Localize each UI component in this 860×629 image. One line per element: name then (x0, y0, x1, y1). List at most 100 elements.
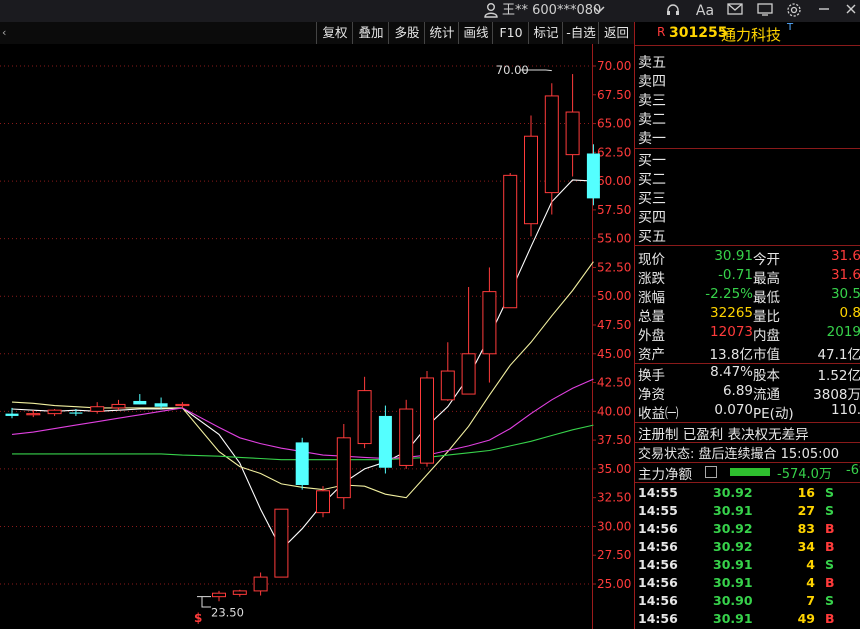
candle-body (482, 291, 497, 355)
candle-body (565, 111, 580, 156)
user-icon[interactable] (482, 2, 500, 20)
back-button[interactable]: 返回 (598, 22, 634, 44)
gear-icon[interactable] (785, 2, 803, 20)
candle-body (274, 508, 289, 578)
tick-volume: 27 (797, 503, 815, 518)
top-bar: 王** 600***080 Aa (0, 0, 860, 22)
price-tick-label: 45.00 (597, 347, 631, 361)
f10-button[interactable]: F10 (492, 22, 529, 44)
tick-price: 30.91 (713, 503, 753, 518)
mail-icon[interactable] (726, 2, 744, 20)
kline-svg[interactable]: 70.00 67.50 65.00 62.50 60.00 57.50 55.00 52.50… (0, 44, 634, 629)
quote-label: 流通 (753, 387, 780, 403)
status-row: 交易状态: 盘后连续撮合 15:05:00 (635, 443, 860, 462)
tick-row: 14:55 30.92 16 S (635, 485, 860, 503)
restore-rights-button[interactable]: 复权 (316, 22, 353, 44)
tick-price: 30.92 (713, 521, 753, 536)
candle-body (5, 413, 19, 416)
quote-row: 涨跌 -0.71 最高 31.6 (635, 267, 860, 287)
trade-status: 交易状态: 盘后连续撮合 15:05:00 (638, 447, 840, 462)
statistics-button[interactable]: 统计 (424, 22, 459, 44)
quote-label: 涨幅 (638, 290, 665, 306)
price-tick-label: 27.50 (597, 548, 631, 562)
candle-body (378, 415, 392, 468)
buy-4-label: 买四 (638, 210, 666, 226)
account-label[interactable]: 王** 600***080 (502, 0, 601, 22)
tick-time: 14:56 (638, 593, 678, 608)
remove-favorite-button[interactable]: -自选 (562, 22, 599, 44)
flow-pct: -6% (846, 463, 860, 478)
draw-line-button[interactable]: 画线 (458, 22, 493, 44)
candle-body (544, 95, 559, 194)
multi-stock-button[interactable]: 多股 (388, 22, 425, 44)
tick-time: 14:55 (638, 485, 678, 500)
tick-row: 14:56 30.92 34 B (635, 539, 860, 557)
candle-body (316, 490, 330, 514)
tick-volume: 4 (806, 557, 815, 572)
quote-label: 股本 (753, 368, 780, 384)
quote-label: 涨跌 (638, 271, 665, 287)
quote-label: 资产 (638, 347, 665, 363)
chevron-down-icon[interactable] (590, 2, 608, 20)
inner-volume: 2019 (826, 324, 860, 340)
overlay-button[interactable]: 叠加 (352, 22, 389, 44)
candle-body (586, 153, 600, 199)
outer-volume: 12073 (710, 324, 753, 340)
chevron-left-icon[interactable]: ‹ (2, 26, 6, 39)
buy-5-label: 买五 (638, 229, 666, 245)
candle-body (69, 412, 83, 414)
list-icon[interactable] (705, 466, 717, 478)
price-tick-label: 35.00 (597, 462, 631, 476)
candle-body (440, 370, 455, 401)
market-cap: 47.1亿 (817, 347, 860, 363)
flow-row: 主力净额 -574.0万 -6% (635, 463, 860, 483)
candle-body (295, 442, 309, 486)
tick-volume: 83 (797, 521, 815, 536)
tick-time: 14:56 (638, 575, 678, 590)
divider (635, 245, 860, 246)
close-icon[interactable] (842, 2, 860, 20)
tick-volume: 7 (806, 593, 815, 608)
candle-body (399, 408, 414, 466)
tick-time: 14:56 (638, 557, 678, 572)
candle-body (111, 403, 126, 409)
quote-label: 内盘 (753, 328, 780, 344)
high-label: 70.00 (496, 63, 529, 77)
quote-label: 总量 (638, 309, 665, 325)
quote-row: 资产 13.8亿 市值 47.1亿 (635, 343, 860, 363)
tick-price: 30.91 (713, 557, 753, 572)
font-size-icon[interactable]: Aa (694, 2, 716, 20)
tick-price: 30.91 (713, 575, 753, 590)
mark-button[interactable]: 标记 (528, 22, 563, 44)
candle-body (133, 400, 147, 405)
quote-label: 市值 (753, 347, 780, 363)
candle-body (336, 437, 351, 499)
divider (635, 148, 860, 149)
quote-row: 净资 6.89 流通 3808万 (635, 383, 860, 403)
change: -0.71 (718, 267, 753, 283)
price-tick-label: 65.00 (597, 117, 631, 131)
chart-toolbar: ‹ 复权 叠加 多股 统计 画线 F10 标记 -自选 返回 (0, 22, 634, 45)
headset-icon[interactable] (664, 2, 682, 20)
tick-side: B (825, 611, 835, 626)
sell-3-label: 卖三 (638, 93, 666, 109)
quote-label: 量比 (753, 309, 780, 325)
price-tick-label: 30.00 (597, 519, 631, 533)
buy-2-label: 买二 (638, 172, 666, 188)
share-capital: 1.52亿 (817, 368, 860, 384)
last-price: 30.91 (714, 248, 753, 264)
minimize-icon[interactable] (815, 2, 833, 20)
tick-side: S (825, 557, 835, 572)
registration-row: 注册制 已盈利 表决权无差异 (635, 423, 860, 443)
screen-icon[interactable] (756, 2, 774, 20)
tick-row: 14:56 30.90 7 S (635, 593, 860, 611)
tick-row: 14:56 30.91 4 B (635, 575, 860, 593)
kline-chart[interactable]: 70.00 67.50 65.00 62.50 60.00 57.50 55.00 52.50… (0, 44, 634, 629)
quote-panel: R 301255 通力科技 T 卖五 卖四 卖三 卖二 卖一 买一 买二 买三 … (634, 22, 860, 629)
tick-time: 14:55 (638, 503, 678, 518)
tick-volume: 34 (797, 539, 815, 554)
price-tick-label: 67.50 (597, 88, 631, 102)
price-tick-label: 37.50 (597, 433, 631, 447)
tick-price: 30.92 (713, 485, 753, 500)
price-tick-label: 25.00 (597, 577, 631, 591)
